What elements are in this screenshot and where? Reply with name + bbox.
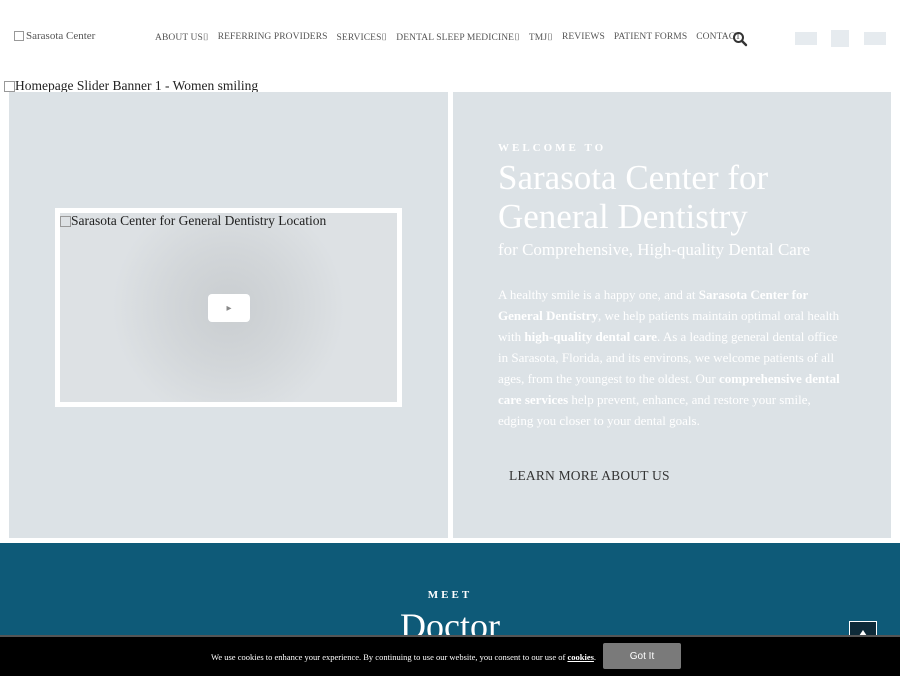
hero-right-panel: WELCOME TO Sarasota Center for General D…: [453, 92, 891, 538]
hero-title: Sarasota Center for General Dentistry: [498, 158, 769, 236]
learn-more-button[interactable]: LEARN MORE ABOUT US: [509, 468, 670, 484]
nav-dental-sleep-medicine[interactable]: DENTAL SLEEP MEDICINE⌷: [396, 32, 520, 43]
play-button[interactable]: ▸: [208, 294, 250, 322]
nav-about-us[interactable]: ABOUT US⌷: [155, 32, 209, 43]
meet-eyebrow: MEET: [427, 589, 473, 601]
video-image-alt: Sarasota Center for General Dentistry Lo…: [60, 213, 326, 229]
hero-subtitle: for Comprehensive, High-quality Dental C…: [498, 240, 811, 259]
nav-services[interactable]: SERVICES⌷: [337, 32, 388, 43]
cookie-text: We use cookies to enhance your experienc…: [211, 652, 597, 662]
site-logo[interactable]: Sarasota Center: [14, 30, 134, 46]
broken-image-icon: [60, 216, 71, 228]
video-frame[interactable]: Sarasota Center for General Dentistry Lo…: [55, 208, 402, 407]
nav-referring-providers[interactable]: REFERRING PROVIDERS: [218, 32, 328, 43]
play-icon: ▸: [226, 302, 232, 314]
welcome-eyebrow: WELCOME TO: [498, 142, 607, 154]
cookie-banner: We use cookies to enhance your experienc…: [0, 635, 900, 676]
search-icon[interactable]: [732, 31, 748, 47]
site-header: Sarasota Center ABOUT US⌷ REFERRING PROV…: [0, 0, 900, 78]
nav-tmj[interactable]: TMJ⌷: [529, 32, 553, 43]
nav-reviews[interactable]: REVIEWS: [562, 32, 605, 43]
header-placeholder-box[interactable]: [831, 30, 849, 47]
header-placeholder-box[interactable]: [864, 32, 886, 45]
hero-left-panel: Sarasota Center for General Dentistry Lo…: [9, 92, 448, 538]
cookies-link[interactable]: cookies: [567, 652, 593, 662]
header-placeholder-box[interactable]: [795, 32, 817, 45]
broken-image-icon: [4, 81, 15, 93]
hero-body-text: A healthy smile is a happy one, and at S…: [498, 287, 840, 428]
broken-image-icon: [14, 31, 24, 42]
logo-alt-text: Sarasota Center: [26, 30, 96, 42]
nav-patient-forms[interactable]: PATIENT FORMS: [614, 32, 687, 43]
got-it-button[interactable]: Got It: [603, 643, 681, 669]
main-nav: ABOUT US⌷ REFERRING PROVIDERS SERVICES⌷ …: [155, 32, 741, 43]
